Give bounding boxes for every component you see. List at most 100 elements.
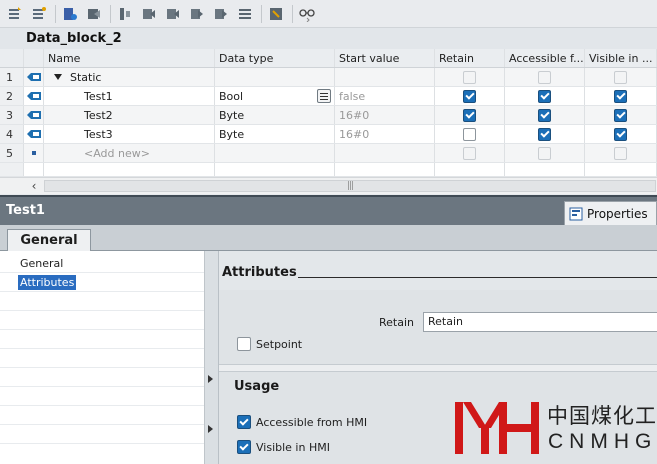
visible-checkbox[interactable] (614, 70, 627, 84)
type-dropdown-icon[interactable] (317, 89, 331, 103)
nav-item-attributes[interactable]: Attributes (18, 275, 77, 290)
keep-actual-icon[interactable] (265, 3, 287, 25)
nav-item-general[interactable]: General (18, 256, 65, 271)
retain-checkbox[interactable] (463, 127, 476, 141)
row-name: Static (70, 70, 102, 84)
properties-tab[interactable]: Properties (564, 201, 657, 225)
accessible-checkbox[interactable] (538, 108, 551, 122)
heading-rule (298, 277, 657, 278)
visible-checkbox[interactable] (614, 127, 627, 141)
row-name[interactable]: Test3 (44, 125, 215, 143)
collapse-arrow-icon[interactable] (208, 375, 213, 383)
accessible-from-hmi-checkbox[interactable] (237, 415, 251, 429)
properties-tab-label: Properties (587, 206, 648, 221)
row-start[interactable]: 16#0 (335, 125, 435, 143)
retain-cell-2 (435, 106, 505, 124)
horizontal-scrollbar[interactable]: ‹ ||| (0, 177, 657, 194)
nav-collapse-strip[interactable] (205, 251, 219, 464)
toolbar-separator (261, 4, 262, 23)
logo-english-text: CNMHG (548, 430, 657, 453)
row-number: 1 (0, 68, 24, 86)
access-cell-2 (505, 106, 585, 124)
column-retain[interactable]: Retain (435, 49, 505, 67)
load-start-values-icon[interactable] (138, 3, 160, 25)
list-view-icon[interactable] (234, 3, 256, 25)
load-snapshot-icon[interactable] (162, 3, 184, 25)
row-name[interactable]: Test1 (44, 87, 215, 105)
accessible-checkbox[interactable] (538, 89, 551, 103)
filler-type (215, 163, 335, 176)
visible-checkbox[interactable] (614, 108, 627, 122)
visible-checkbox[interactable] (614, 89, 627, 103)
table-row[interactable]: 4 Test3 Byte 16#0 (0, 125, 657, 144)
visible-in-hmi-checkbox[interactable] (237, 440, 251, 454)
row-name[interactable]: Test2 (44, 106, 215, 124)
add-new-row[interactable]: <Add new> (44, 144, 215, 162)
nav-rule (0, 443, 204, 444)
row-start (335, 144, 435, 162)
row-start (335, 68, 435, 86)
insert-row-icon[interactable] (4, 3, 26, 25)
row-start[interactable]: false (335, 87, 435, 105)
column-visible[interactable]: Visible in ... (585, 49, 657, 67)
filler-name (44, 163, 215, 176)
nav-rule (0, 386, 204, 387)
row-type[interactable]: Byte (215, 106, 335, 124)
snapshot-icon[interactable] (59, 3, 81, 25)
setpoint-checkbox[interactable] (237, 337, 251, 351)
row-type (215, 144, 335, 162)
collapse-arrow-icon[interactable] (208, 425, 213, 433)
column-access[interactable]: Accessible f... (505, 49, 585, 67)
access-cell-4 (505, 144, 585, 162)
table-row[interactable]: 2 Test1 Bool false (0, 87, 657, 106)
expand-triangle-icon[interactable] (54, 74, 62, 80)
accessible-checkbox[interactable] (538, 127, 551, 141)
column-type[interactable]: Data type (215, 49, 335, 67)
accessible-checkbox[interactable] (538, 70, 551, 84)
retain-cell-0 (435, 68, 505, 86)
row-type[interactable]: Bool (219, 90, 317, 103)
compare-icon[interactable] (210, 3, 232, 25)
retain-checkbox[interactable] (463, 70, 476, 84)
table-row[interactable]: 5 <Add new> (0, 144, 657, 163)
toolbar-separator (55, 4, 56, 23)
retain-checkbox[interactable] (463, 89, 476, 103)
visible-cell-2 (585, 106, 657, 124)
glasses-icon[interactable] (296, 3, 318, 25)
add-row-icon[interactable] (28, 3, 50, 25)
monitor-icon[interactable] (114, 3, 136, 25)
row-type[interactable]: Byte (215, 125, 335, 143)
filler-start (335, 163, 435, 176)
visible-checkbox[interactable] (614, 146, 627, 160)
retain-checkbox[interactable] (463, 108, 476, 122)
interface-icon (24, 106, 44, 124)
header-num (0, 49, 24, 67)
setpoint-option[interactable]: Setpoint (237, 337, 302, 351)
nav-rule (0, 348, 204, 349)
usage-heading: Usage (234, 379, 280, 394)
visible-cell-3 (585, 125, 657, 143)
table-row[interactable]: 1 Static (0, 68, 657, 87)
row-start[interactable]: 16#0 (335, 106, 435, 124)
copy-snapshot-icon[interactable] (83, 3, 105, 25)
column-name[interactable]: Name (44, 49, 215, 67)
scroll-left-icon[interactable]: ‹ (24, 178, 44, 194)
copy-to-start-icon[interactable] (186, 3, 208, 25)
visible-cell-4 (585, 144, 657, 162)
retain-checkbox[interactable] (463, 146, 476, 160)
accessible-from-hmi-label: Accessible from HMI (256, 415, 368, 429)
row-number: 5 (0, 144, 24, 162)
visible-cell-0 (585, 68, 657, 86)
visible-option[interactable]: Visible in HMI (237, 440, 330, 454)
accessible-checkbox[interactable] (538, 146, 551, 160)
table-row[interactable]: 3 Test2 Byte 16#0 (0, 106, 657, 125)
access-cell-1 (505, 87, 585, 105)
tab-general[interactable]: General (7, 229, 91, 251)
nav-rule (0, 329, 204, 330)
name-cell-0: Static (44, 68, 215, 86)
scroll-thumb[interactable]: ||| (44, 180, 656, 192)
block-title: Data_block_2 (0, 28, 657, 49)
column-start[interactable]: Start value (335, 49, 435, 67)
accessible-option[interactable]: Accessible from HMI (237, 415, 367, 429)
retain-field[interactable]: Retain (423, 312, 657, 332)
